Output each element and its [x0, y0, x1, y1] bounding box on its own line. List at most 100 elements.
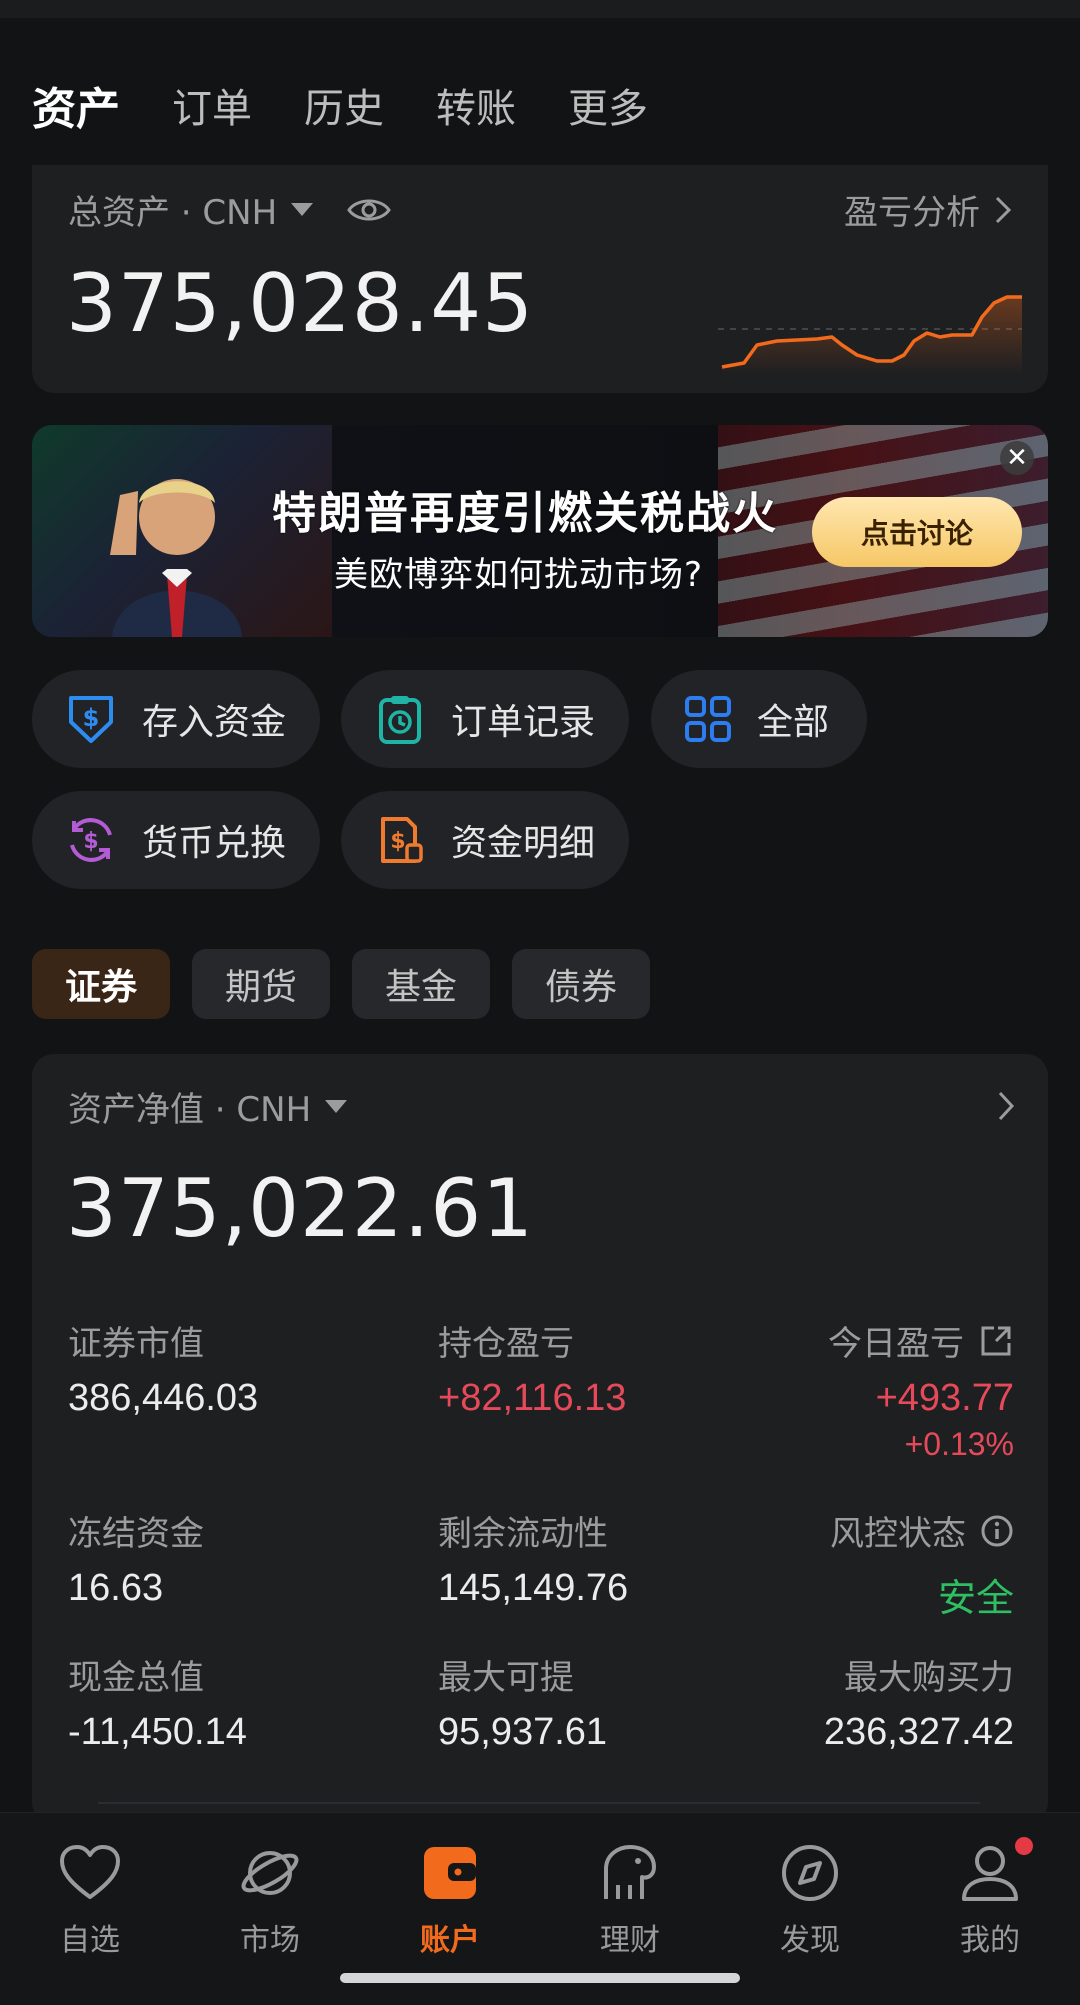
liquidity-metric: 剩余流动性 145,149.76	[438, 1506, 628, 1610]
risk-status-value: 安全	[937, 1578, 1014, 1620]
tab-futures[interactable]: 期货	[192, 949, 330, 1019]
nav-wealth-label: 理财	[600, 1923, 660, 1958]
deposit-shield-icon: $	[69, 696, 113, 743]
market-value-label: 证券市值	[68, 1324, 204, 1364]
tab-orders[interactable]: 订单	[172, 76, 252, 134]
all-functions-label: 全部	[757, 702, 830, 743]
tab-history[interactable]: 历史	[304, 76, 384, 134]
total-assets-value: 375,028.45	[66, 257, 535, 350]
asset-trend-sparkline[interactable]	[682, 245, 1022, 375]
fund-detail-icon: $	[381, 817, 423, 863]
total-assets-card: 总资产 · CNH 盈亏分析 375,028.45	[32, 165, 1048, 393]
currency-exchange-button[interactable]: $ 货币兑换	[32, 791, 320, 889]
cash-total-label: 现金总值	[68, 1658, 204, 1698]
deposit-button[interactable]: $ 存入资金	[32, 670, 320, 768]
promo-banner[interactable]: 特朗普再度引燃关税战火 美欧博弈如何扰动市场? 点击讨论 ✕	[32, 425, 1048, 637]
close-icon[interactable]: ✕	[1000, 441, 1034, 475]
nav-discover[interactable]: 发现	[740, 1843, 880, 1959]
tab-more[interactable]: 更多	[568, 76, 648, 134]
net-asset-label: 资产净值 · CNH	[68, 1090, 312, 1130]
market-value-value: 386,446.03	[68, 1377, 259, 1419]
compass-icon	[782, 1845, 838, 1901]
frozen-funds-metric: 冻结资金 16.63	[68, 1506, 204, 1610]
order-records-button[interactable]: 订单记录	[341, 670, 629, 768]
banner-title: 特朗普再度引燃关税战火	[272, 488, 778, 539]
net-asset-value: 375,022.61	[66, 1162, 535, 1255]
today-pnl-value: +493.77	[875, 1377, 1014, 1419]
fund-details-button[interactable]: $ 资金明细	[341, 791, 629, 889]
banner-subtitle: 美欧博弈如何扰动市场?	[334, 555, 704, 595]
planet-icon	[241, 1851, 299, 1895]
buying-power-label: 最大购买力	[844, 1658, 1014, 1698]
deposit-label: 存入资金	[142, 702, 287, 743]
nav-me-label: 我的	[960, 1923, 1020, 1958]
notification-badge	[1015, 1837, 1033, 1855]
currency-exchange-icon: $	[70, 818, 112, 862]
max-withdrawable-metric: 最大可提 95,937.61	[438, 1650, 607, 1754]
position-pnl-metric: 持仓盈亏 +82,116.13	[438, 1316, 626, 1420]
divider	[98, 1802, 980, 1804]
nav-discover-label: 发现	[780, 1923, 840, 1958]
caret-down-icon	[325, 1100, 348, 1113]
position-pnl-value: +82,116.13	[438, 1377, 627, 1419]
all-functions-button[interactable]: 全部	[651, 670, 867, 768]
net-asset-card: 资产净值 · CNH 375,022.61 证券市值 386,446.03 持仓…	[32, 1054, 1048, 1824]
frozen-funds-value: 16.63	[68, 1567, 164, 1609]
tab-transfer[interactable]: 转账	[436, 76, 516, 134]
cash-total-value: -11,450.14	[68, 1711, 247, 1753]
nav-market-label: 市场	[240, 1923, 300, 1958]
status-bar	[0, 0, 1080, 18]
svg-text:$: $	[83, 829, 98, 854]
nav-watchlist[interactable]: 自选	[20, 1843, 160, 1959]
position-pnl-label: 持仓盈亏	[438, 1324, 574, 1364]
cash-total-metric: 现金总值 -11,450.14	[68, 1650, 247, 1754]
tab-bonds[interactable]: 债券	[512, 949, 650, 1019]
max-withdrawable-label: 最大可提	[438, 1658, 574, 1698]
liquidity-value: 145,149.76	[438, 1567, 629, 1609]
market-value-metric: 证券市值 386,446.03	[68, 1316, 258, 1420]
nav-wealth[interactable]: 理财	[560, 1843, 700, 1959]
buying-power-metric: 最大购买力 236,327.42	[824, 1650, 1014, 1754]
banner-portrait-image	[110, 479, 242, 637]
risk-status-label: 风控状态	[830, 1514, 966, 1554]
svg-text:$: $	[390, 829, 405, 854]
frozen-funds-label: 冻结资金	[68, 1514, 204, 1554]
home-indicator[interactable]	[340, 1973, 740, 1983]
svg-text:$: $	[83, 704, 100, 732]
chevron-right-icon[interactable]	[996, 1090, 1016, 1122]
elephant-icon	[604, 1845, 656, 1899]
buying-power-value: 236,327.42	[823, 1711, 1014, 1753]
tab-assets[interactable]: 资产	[32, 73, 120, 137]
info-icon[interactable]	[980, 1514, 1014, 1548]
pnl-analysis-link[interactable]: 盈亏分析	[844, 185, 1012, 234]
nav-account[interactable]: 账户	[380, 1843, 520, 1959]
fund-details-label: 资金明细	[451, 823, 596, 864]
currency-exchange-label: 货币兑换	[142, 823, 287, 864]
user-icon	[962, 1846, 1018, 1901]
tab-securities[interactable]: 证券	[32, 949, 170, 1019]
today-pnl-metric: 今日盈亏 +493.77 +0.13%	[828, 1316, 1014, 1463]
top-tabs: 资产 订单 历史 转账 更多	[32, 70, 648, 140]
share-icon[interactable]	[978, 1323, 1014, 1359]
liquidity-label: 剩余流动性	[438, 1514, 608, 1554]
caret-down-icon	[291, 203, 314, 216]
net-asset-currency-selector[interactable]: 资产净值 · CNH	[68, 1082, 348, 1131]
nav-account-label: 账户	[420, 1923, 480, 1958]
max-withdrawable-value: 95,937.61	[438, 1711, 608, 1753]
eye-icon[interactable]	[347, 195, 391, 225]
nav-market[interactable]: 市场	[200, 1843, 340, 1959]
banner-discuss-button[interactable]: 点击讨论	[812, 497, 1022, 567]
nav-watchlist-label: 自选	[60, 1923, 120, 1958]
wallet-icon	[424, 1847, 476, 1899]
total-assets-currency-selector[interactable]: 总资产 · CNH	[68, 185, 391, 234]
chevron-right-icon	[995, 196, 1012, 223]
pnl-analysis-label: 盈亏分析	[844, 193, 980, 233]
grid-icon	[685, 696, 731, 742]
today-pnl-percent: +0.13%	[904, 1426, 1014, 1462]
order-records-label: 订单记录	[451, 702, 596, 743]
clipboard-clock-icon	[379, 696, 421, 744]
tab-funds[interactable]: 基金	[352, 949, 490, 1019]
today-pnl-label: 今日盈亏	[828, 1324, 964, 1364]
nav-me[interactable]: 我的	[920, 1843, 1060, 1959]
heart-icon	[60, 1845, 120, 1899]
